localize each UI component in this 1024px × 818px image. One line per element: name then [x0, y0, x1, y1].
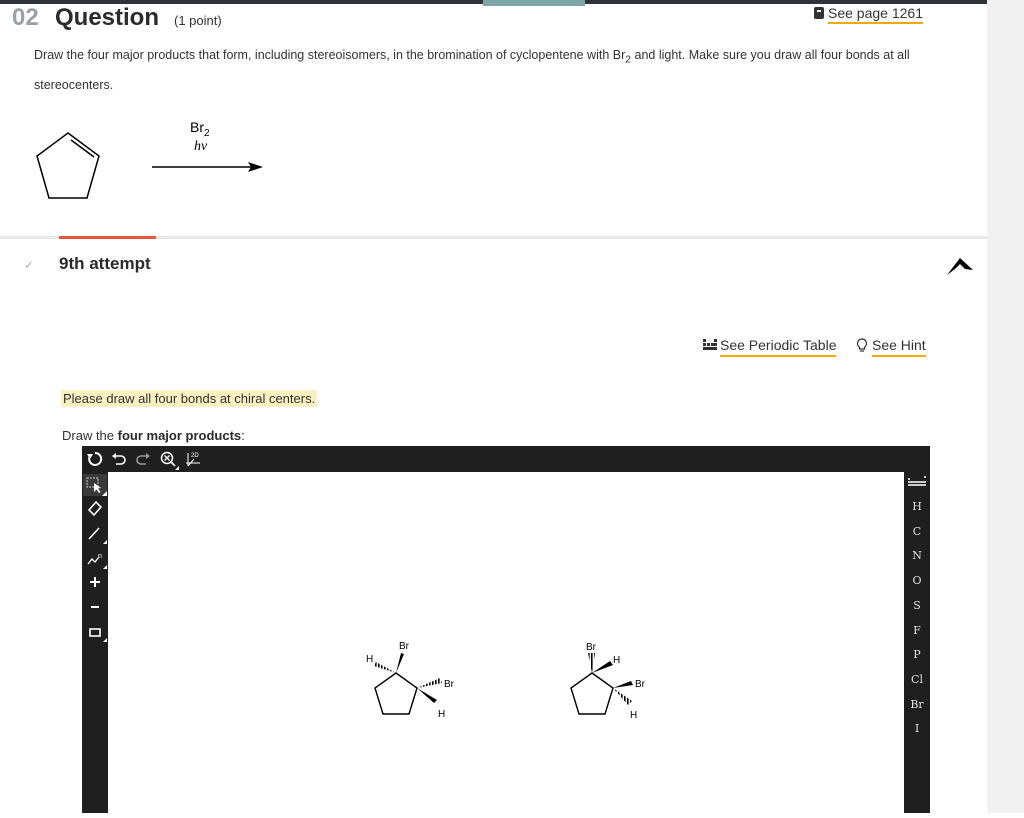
hash-bond	[588, 653, 595, 673]
cyclopentene-structure	[36, 132, 100, 199]
2d-clean-label: 2D	[191, 453, 199, 459]
periodic-table-icon[interactable]	[908, 475, 928, 489]
top-bar-tab-indicator	[483, 0, 585, 6]
reagent-light: hν	[194, 139, 208, 154]
element-n-button[interactable]: N	[904, 549, 930, 562]
structure-editor: 2D n H C N O S F P Cl Br I Br H Br H Br …	[82, 446, 930, 813]
wedge-bond	[613, 681, 633, 688]
element-f-button[interactable]: F	[904, 624, 930, 637]
ring-icon[interactable]	[85, 622, 107, 642]
element-i-button[interactable]: I	[904, 722, 930, 735]
prompt-text-1: Draw the four major products that form, …	[34, 48, 626, 62]
hash-bond	[613, 688, 632, 705]
chevron-down-icon[interactable]: ✓	[24, 258, 34, 272]
atom-label-br: Br	[399, 641, 410, 652]
editor-element-toolbar: H C N O S F P Cl Br I	[904, 472, 930, 813]
2d-clean-icon[interactable]: 2D	[185, 450, 203, 468]
select-icon[interactable]	[83, 474, 107, 496]
hash-bond	[374, 662, 396, 673]
draw-instruction: Draw the four major products:	[62, 428, 245, 443]
element-o-button[interactable]: O	[904, 574, 930, 587]
clear-icon[interactable]	[86, 450, 104, 468]
drawn-structures: Br H Br H Br H Br H	[366, 641, 646, 721]
book-icon	[814, 7, 824, 19]
lightbulb-icon	[856, 338, 868, 352]
drawing-canvas[interactable]: Br H Br H Br H Br H	[108, 472, 904, 813]
atom-label-br: Br	[635, 679, 646, 690]
right-gutter	[987, 0, 1024, 813]
element-cl-button[interactable]: Cl	[904, 673, 930, 686]
reaction-scheme: Br2 hν	[36, 119, 263, 199]
question-points: (1 point)	[174, 13, 222, 28]
svg-text:n: n	[98, 553, 102, 560]
minus-charge-icon[interactable]	[87, 599, 103, 615]
attempt-tab-accent	[59, 236, 156, 239]
editor-top-toolbar: 2D	[82, 446, 930, 472]
wedge-bond	[396, 653, 404, 673]
bond-icon[interactable]	[85, 524, 107, 544]
wedge-bond	[592, 661, 613, 673]
chain-icon[interactable]: n	[85, 549, 107, 569]
pin-icon[interactable]	[946, 256, 974, 276]
undo-icon[interactable]	[111, 451, 127, 467]
element-c-button[interactable]: C	[904, 525, 930, 538]
see-periodic-table-link[interactable]: See Periodic Table	[703, 337, 837, 357]
atom-label-br: Br	[444, 679, 455, 690]
see-page-label: See page 1261	[828, 5, 923, 24]
attempt-label: 9th attempt	[59, 254, 151, 273]
hash-bond	[417, 678, 442, 688]
see-page-link[interactable]: See page 1261	[814, 5, 923, 24]
periodic-table-label: See Periodic Table	[720, 337, 837, 357]
editor-left-toolbar: n	[82, 472, 108, 813]
plus-charge-icon[interactable]	[87, 574, 103, 590]
periodic-table-icon	[703, 339, 717, 350]
question-number: 02	[12, 4, 39, 31]
wedge-bond	[417, 688, 437, 703]
element-p-button[interactable]: P	[904, 648, 930, 661]
atom-label-h: H	[438, 709, 445, 720]
atom-label-br: Br	[586, 642, 597, 653]
see-hint-link[interactable]: See Hint	[856, 337, 926, 357]
atom-label-h: H	[366, 654, 373, 665]
atom-label-h: H	[630, 710, 637, 721]
reagent-br2: Br2	[190, 119, 210, 139]
molecule-2: Br H Br H	[570, 642, 646, 721]
question-title: Question	[55, 4, 160, 31]
eraser-icon[interactable]	[86, 499, 104, 517]
element-h-button[interactable]: H	[904, 500, 930, 513]
element-s-button[interactable]: S	[904, 599, 930, 612]
element-br-button[interactable]: Br	[904, 698, 930, 711]
chiral-center-notice: Please draw all four bonds at chiral cen…	[61, 390, 318, 407]
atom-label-h: H	[613, 655, 620, 666]
molecule-1: Br H Br H	[366, 641, 455, 720]
question-prompt: Draw the four major products that form, …	[34, 43, 954, 98]
zoom-icon[interactable]	[159, 450, 179, 470]
hint-label: See Hint	[872, 337, 926, 357]
redo-icon[interactable]	[135, 451, 151, 467]
